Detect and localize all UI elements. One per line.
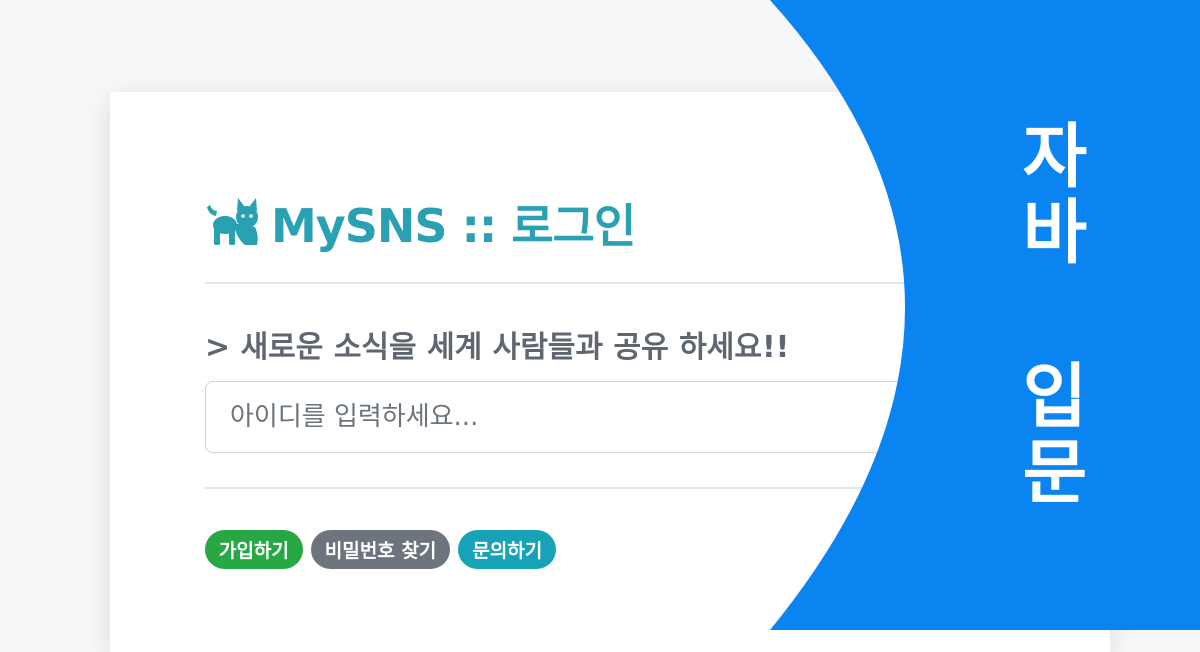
signup-link[interactable]: 가입하기 <box>205 530 303 569</box>
find-password-link[interactable]: 비밀번호 찾기 <box>310 530 451 569</box>
contact-link[interactable]: 문의하기 <box>458 530 557 569</box>
page-title-row: MySNS :: 로그인 <box>205 190 636 256</box>
banner-title: 자바 입문 <box>1008 119 1091 511</box>
divider-top <box>205 282 1105 284</box>
tagline: > 새로운 소식을 세계 사람들과 공유 하세요!! <box>205 330 790 365</box>
cat-icon <box>207 198 258 245</box>
page-title: MySNS :: 로그인 <box>271 199 636 253</box>
user-id-input[interactable] <box>205 381 1105 453</box>
divider-bottom <box>205 487 1105 489</box>
login-card: MySNS :: 로그인 > 새로운 소식을 세계 사람들과 공유 하세요!! … <box>110 92 1110 652</box>
link-badges: 가입하기 비밀번호 찾기 문의하기 <box>205 530 557 569</box>
